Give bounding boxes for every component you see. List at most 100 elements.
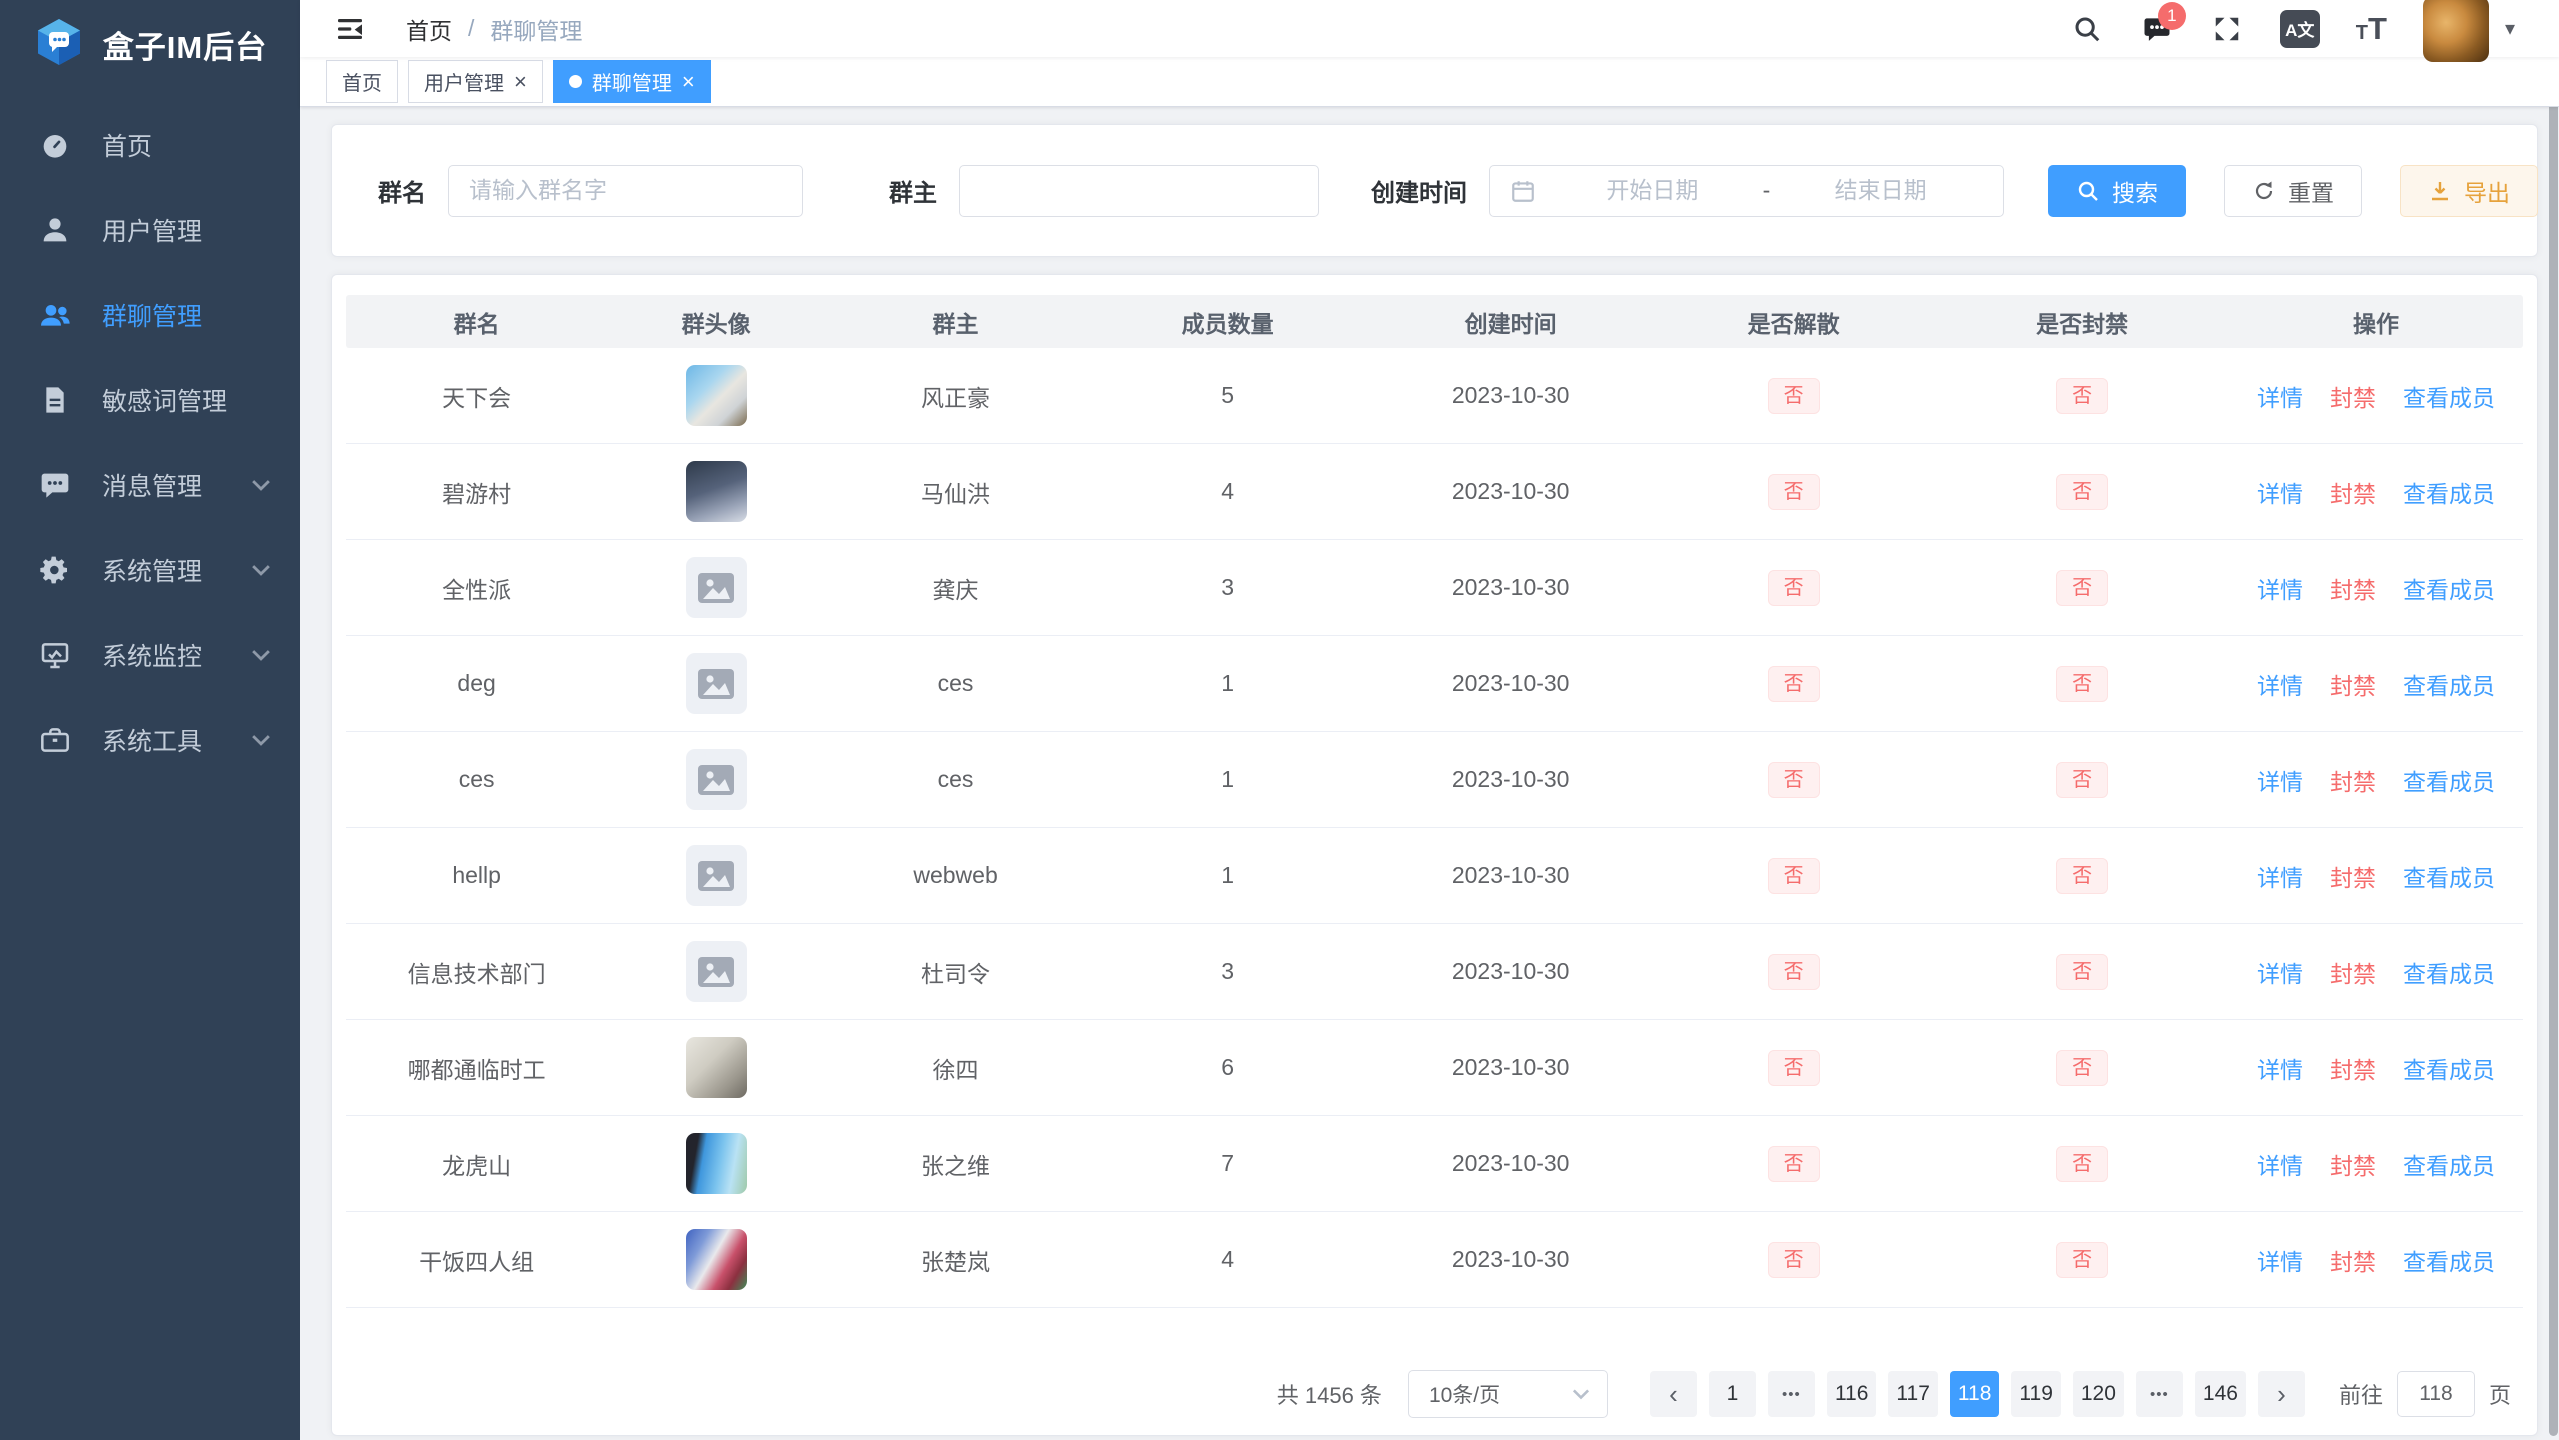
action-link-封禁[interactable]: 封禁 <box>2330 859 2376 893</box>
caret-down-icon: ▾ <box>2505 16 2515 41</box>
action-link-封禁[interactable]: 封禁 <box>2330 1147 2376 1181</box>
cell-actions: 详情封禁查看成员 <box>2229 379 2523 413</box>
action-link-封禁[interactable]: 封禁 <box>2330 763 2376 797</box>
sidebar-item-sensitive-words[interactable]: 敏感词管理 <box>0 357 300 442</box>
search-button[interactable]: 搜索 <box>2048 165 2186 217</box>
date-range-picker[interactable]: - <box>1489 165 2004 217</box>
action-link-查看成员[interactable]: 查看成员 <box>2403 571 2495 605</box>
action-link-封禁[interactable]: 封禁 <box>2330 955 2376 989</box>
filter-created: 创建时间 - <box>1371 165 2004 217</box>
owner-input[interactable] <box>980 177 1298 204</box>
page-size-select[interactable]: 10条/页 <box>1408 1370 1608 1418</box>
action-link-查看成员[interactable]: 查看成员 <box>2403 667 2495 701</box>
reset-button[interactable]: 重置 <box>2224 165 2362 217</box>
cell-avatar <box>607 1133 825 1194</box>
action-link-详情[interactable]: 详情 <box>2257 667 2303 701</box>
action-link-查看成员[interactable]: 查看成员 <box>2403 475 2495 509</box>
export-button[interactable]: 导出 <box>2400 165 2538 217</box>
status-tag-dissolved: 否 <box>1768 378 1820 414</box>
search-icon[interactable] <box>2070 12 2104 46</box>
sidebar-item-users[interactable]: 用户管理 <box>0 187 300 272</box>
group-avatar-image[interactable] <box>686 1037 747 1098</box>
sidebar-item-messages[interactable]: 消息管理 <box>0 442 300 527</box>
action-link-查看成员[interactable]: 查看成员 <box>2403 859 2495 893</box>
action-link-详情[interactable]: 详情 <box>2257 1243 2303 1277</box>
user-menu[interactable]: ▾ <box>2423 0 2515 62</box>
page-button-116[interactable]: 116 <box>1827 1371 1876 1417</box>
language-switch-icon[interactable]: A文 <box>2280 10 2320 48</box>
page-button-117[interactable]: 117 <box>1888 1371 1937 1417</box>
page-button-1[interactable]: 1 <box>1709 1371 1756 1417</box>
fullscreen-icon[interactable] <box>2210 12 2244 46</box>
breadcrumb: 首页 / 群聊管理 <box>406 12 582 46</box>
breadcrumb-home[interactable]: 首页 <box>406 12 452 46</box>
page-button-146[interactable]: 146 <box>2195 1371 2246 1417</box>
cell-banned: 否 <box>1935 762 2229 798</box>
action-link-详情[interactable]: 详情 <box>2257 763 2303 797</box>
page-button-118[interactable]: 118 <box>1950 1371 1999 1417</box>
action-link-详情[interactable]: 详情 <box>2257 1051 2303 1085</box>
action-link-封禁[interactable]: 封禁 <box>2330 1243 2376 1277</box>
refresh-icon <box>2252 179 2276 203</box>
cell-banned: 否 <box>1935 1146 2229 1182</box>
pager: ‹ 1 ••• 116 117 118 119 120 ••• 146 › <box>1650 1371 2305 1417</box>
group-avatar-image[interactable] <box>686 365 747 426</box>
action-link-查看成员[interactable]: 查看成员 <box>2403 1147 2495 1181</box>
action-link-查看成员[interactable]: 查看成员 <box>2403 379 2495 413</box>
font-size-icon[interactable]: TT <box>2356 11 2387 47</box>
cell-name: 干饭四人组 <box>346 1243 607 1277</box>
action-link-封禁[interactable]: 封禁 <box>2330 667 2376 701</box>
cell-actions: 详情封禁查看成员 <box>2229 475 2523 509</box>
action-link-详情[interactable]: 详情 <box>2257 379 2303 413</box>
app-logo[interactable]: 盒子IM后台 <box>0 0 300 88</box>
sidebar-item-home[interactable]: 首页 <box>0 102 300 187</box>
sidebar-collapse-icon[interactable] <box>334 12 368 46</box>
tab-首页[interactable]: 首页 <box>326 60 398 103</box>
group-avatar-image[interactable] <box>686 1229 747 1290</box>
close-icon[interactable]: × <box>682 71 695 93</box>
action-link-封禁[interactable]: 封禁 <box>2330 571 2376 605</box>
next-page-button[interactable]: › <box>2258 1371 2305 1417</box>
cell-avatar <box>607 461 825 522</box>
page-button-120[interactable]: 120 <box>2073 1371 2124 1417</box>
action-link-封禁[interactable]: 封禁 <box>2330 1051 2376 1085</box>
table-row: hellpwebweb12023-10-30否否详情封禁查看成员 <box>346 828 2523 924</box>
action-link-查看成员[interactable]: 查看成员 <box>2403 955 2495 989</box>
action-link-详情[interactable]: 详情 <box>2257 475 2303 509</box>
jump-page-input[interactable] <box>2397 1371 2475 1417</box>
sidebar-item-label: 消息管理 <box>102 467 202 503</box>
cell-owner: 龚庆 <box>825 571 1086 605</box>
action-link-查看成员[interactable]: 查看成员 <box>2403 1051 2495 1085</box>
cell-owner: ces <box>825 766 1086 793</box>
page-button-119[interactable]: 119 <box>2011 1371 2060 1417</box>
date-end-input[interactable] <box>1778 177 1983 204</box>
page-scrollbar[interactable] <box>2549 18 2558 1436</box>
group-avatar-image[interactable] <box>686 1133 747 1194</box>
pager-ellipsis[interactable]: ••• <box>1768 1371 1815 1417</box>
action-link-详情[interactable]: 详情 <box>2257 955 2303 989</box>
sidebar-item-groups[interactable]: 群聊管理 <box>0 272 300 357</box>
tab-用户管理[interactable]: 用户管理× <box>408 60 543 103</box>
user-avatar[interactable] <box>2423 0 2489 62</box>
date-start-input[interactable] <box>1550 177 1755 204</box>
messages-icon[interactable]: 1 <box>2140 12 2174 46</box>
action-link-查看成员[interactable]: 查看成员 <box>2403 1243 2495 1277</box>
action-link-详情[interactable]: 详情 <box>2257 859 2303 893</box>
pager-ellipsis[interactable]: ••• <box>2136 1371 2183 1417</box>
action-link-查看成员[interactable]: 查看成员 <box>2403 763 2495 797</box>
close-icon[interactable]: × <box>514 71 527 93</box>
action-link-封禁[interactable]: 封禁 <box>2330 379 2376 413</box>
prev-page-button[interactable]: ‹ <box>1650 1371 1697 1417</box>
cell-banned: 否 <box>1935 1050 2229 1086</box>
sidebar-item-system-monitor[interactable]: 系统监控 <box>0 612 300 697</box>
pagination-total: 共 1456 条 <box>1277 1378 1382 1410</box>
action-link-详情[interactable]: 详情 <box>2257 1147 2303 1181</box>
action-link-详情[interactable]: 详情 <box>2257 571 2303 605</box>
action-link-封禁[interactable]: 封禁 <box>2330 475 2376 509</box>
sidebar-item-system-admin[interactable]: 系统管理 <box>0 527 300 612</box>
sidebar-item-system-tools[interactable]: 系统工具 <box>0 697 300 782</box>
filter-buttons: 搜索 重置 导出 <box>2048 165 2538 217</box>
group-avatar-image[interactable] <box>686 461 747 522</box>
group-name-input[interactable] <box>469 177 782 204</box>
tab-群聊管理[interactable]: 群聊管理× <box>553 60 711 103</box>
